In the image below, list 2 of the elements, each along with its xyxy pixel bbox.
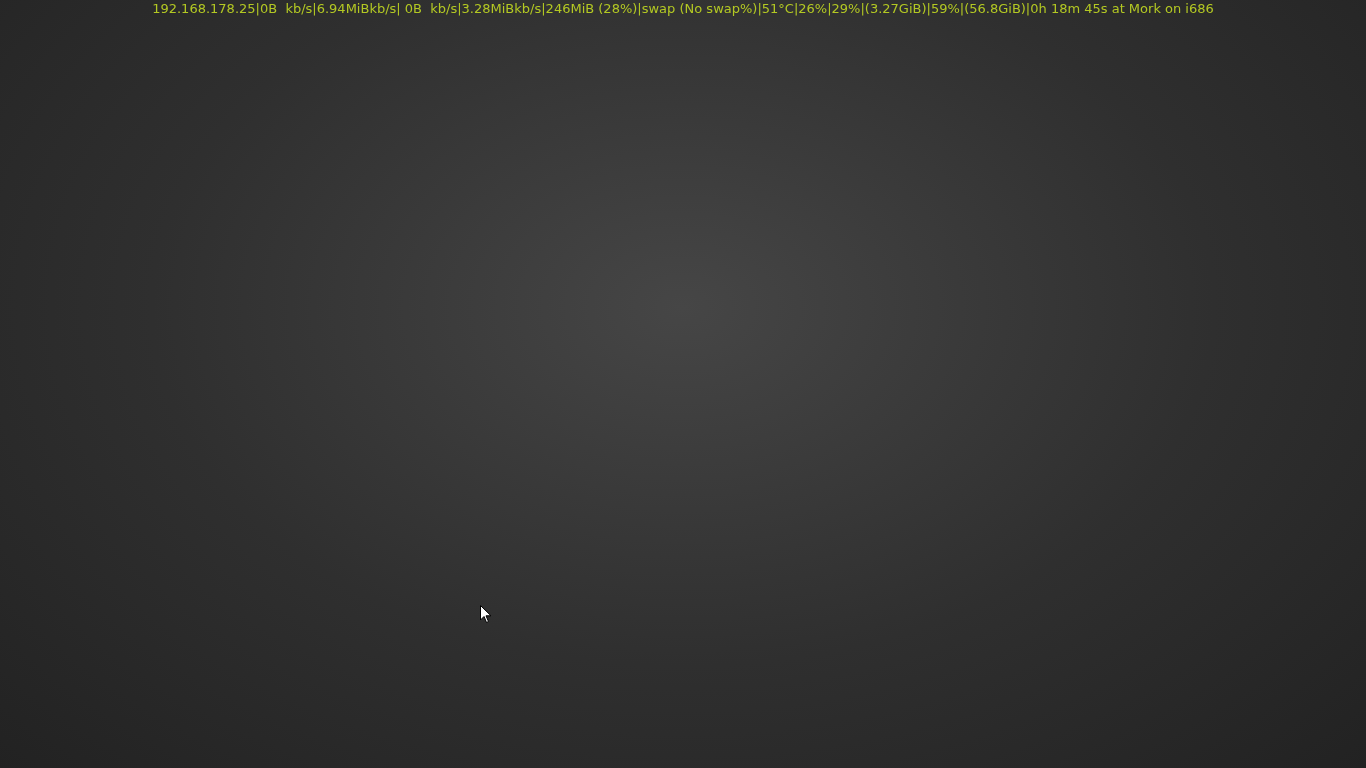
mouse-pointer-icon	[480, 605, 492, 624]
status-text: 192.168.178.25|0B kb/s|6.94MiBkb/s| 0B kb/s|3.28MiBkb/s|246MiB (28%)|swap (No swap%)|51°C|26%|29%|(3.27GiB)|59%|(56.8GiB)|0h 18m 45s at Mork on i686	[152, 1, 1214, 16]
